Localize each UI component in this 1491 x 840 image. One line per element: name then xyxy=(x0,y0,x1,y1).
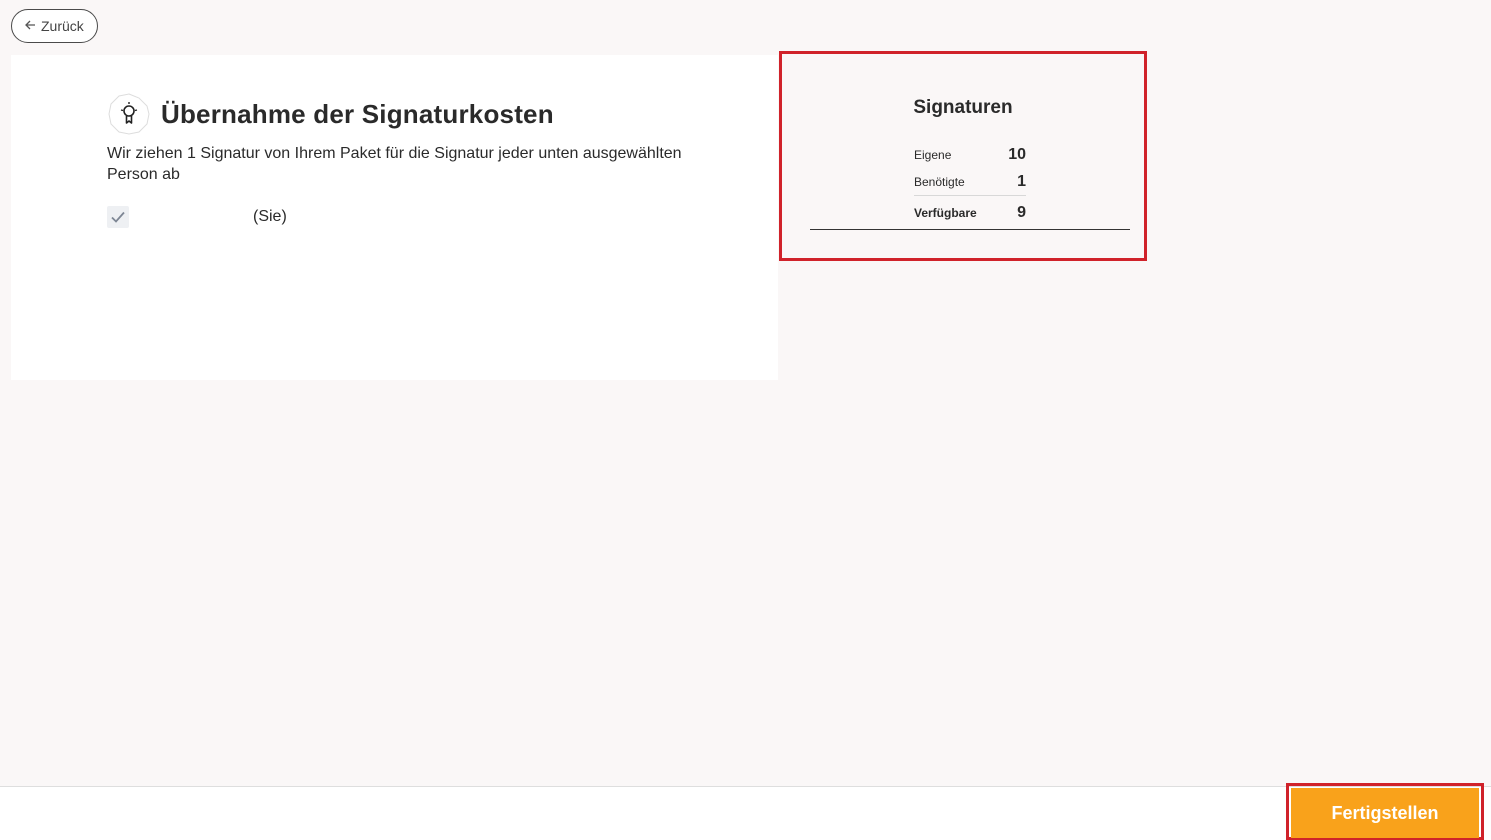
title-row: Übernahme der Signaturkosten xyxy=(107,92,554,136)
person-row[interactable]: (Sie) xyxy=(107,206,287,228)
arrow-left-icon xyxy=(25,20,36,32)
signatures-total-value: 9 xyxy=(1017,204,1026,221)
description-text: Wir ziehen 1 Signatur von Ihrem Paket fü… xyxy=(107,145,682,183)
page-title: Übernahme der Signaturkosten xyxy=(161,98,554,129)
signatures-total-label: Verfügbare xyxy=(914,206,977,220)
signatures-table: Eigene 10 Benötigte 1 Verfügbare 9 xyxy=(914,141,1026,230)
signatures-row-required: Benötigte 1 xyxy=(914,168,1026,195)
signatures-row-value: 1 xyxy=(1017,172,1026,190)
signatures-panel: Signaturen Eigene 10 Benötigte 1 Verfügb… xyxy=(779,51,1147,261)
finish-button[interactable]: Fertigstellen xyxy=(1291,788,1479,838)
person-suffix: (Sie) xyxy=(253,208,287,225)
back-button[interactable]: Zurück xyxy=(11,9,98,43)
lightbulb-badge-icon xyxy=(107,92,151,136)
check-icon xyxy=(111,211,125,223)
signatures-row-value: 10 xyxy=(1008,145,1026,163)
signatures-divider xyxy=(810,229,1130,230)
page: Zurück Übernahme der Signaturkosten Wir … xyxy=(0,0,1491,840)
signatures-row-label: Benötigte xyxy=(914,174,965,189)
signatures-row-label: Eigene xyxy=(914,147,952,162)
person-checkbox[interactable] xyxy=(107,206,129,228)
cost-coverage-card: Übernahme der Signaturkosten Wir ziehen … xyxy=(11,55,778,380)
footer-bar xyxy=(0,786,1491,840)
signatures-row-available: Verfügbare 9 xyxy=(914,195,1026,230)
back-button-label: Zurück xyxy=(41,18,84,34)
signatures-title: Signaturen xyxy=(913,97,1013,118)
person-name xyxy=(129,207,253,227)
signatures-row-own: Eigene 10 xyxy=(914,141,1026,168)
